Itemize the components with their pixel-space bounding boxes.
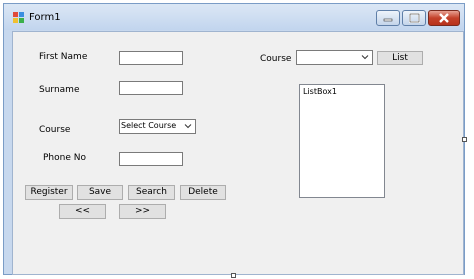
phone-label: Phone No <box>43 153 86 163</box>
course-filter-label: Course <box>260 54 292 64</box>
first-name-field[interactable] <box>119 51 183 65</box>
chevron-down-icon <box>184 124 192 129</box>
first-name-label: First Name <box>39 52 88 62</box>
course-select-value: Select Course <box>121 121 177 130</box>
minimize-icon <box>383 18 393 22</box>
course-select[interactable]: Select Course <box>119 119 196 134</box>
course-listbox[interactable]: ListBox1 <box>299 84 385 198</box>
next-button[interactable]: >> <box>119 204 166 219</box>
resize-handle-bottom[interactable] <box>231 273 236 278</box>
save-button[interactable]: Save <box>77 185 123 200</box>
delete-button[interactable]: Delete <box>180 185 226 200</box>
register-button[interactable]: Register <box>25 185 73 200</box>
close-icon <box>439 13 449 23</box>
resize-handle-right[interactable] <box>462 137 467 142</box>
phone-field[interactable] <box>119 152 183 166</box>
title-bar[interactable]: Form1 <box>4 4 464 30</box>
previous-button[interactable]: << <box>59 204 106 219</box>
maximize-icon <box>409 13 420 23</box>
list-button[interactable]: List <box>377 51 423 65</box>
course-label: Course <box>39 125 71 135</box>
winforms-app-icon <box>13 12 24 23</box>
course-filter-select[interactable] <box>296 50 373 65</box>
search-button[interactable]: Search <box>128 185 175 200</box>
form-window: Form1 First Name Surname Course Phone No <box>3 3 465 275</box>
surname-label: Surname <box>39 85 80 95</box>
surname-field[interactable] <box>119 81 183 95</box>
minimize-button[interactable] <box>376 10 400 26</box>
maximize-button[interactable] <box>402 10 426 26</box>
listbox-item[interactable]: ListBox1 <box>303 87 337 96</box>
chevron-down-icon <box>361 55 369 60</box>
form-client-area: First Name Surname Course Phone No Selec… <box>12 31 464 275</box>
close-button[interactable] <box>428 10 460 26</box>
window-title: Form1 <box>29 12 61 23</box>
